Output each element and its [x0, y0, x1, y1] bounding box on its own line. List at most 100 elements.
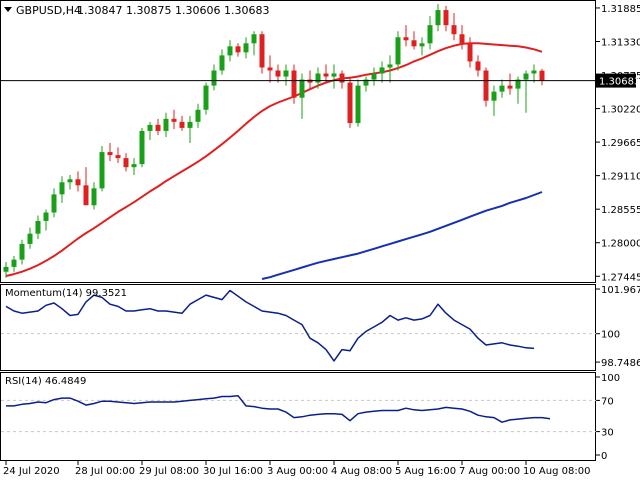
price-tick-label: 1.31330	[601, 37, 640, 48]
candle-body	[499, 85, 505, 92]
time-tick-label: 30 Jul 16:00	[203, 466, 263, 477]
candle-body	[475, 61, 481, 71]
candle-body	[139, 130, 145, 165]
candle-body	[203, 85, 209, 110]
candle-body	[195, 109, 201, 122]
candle-body	[35, 220, 41, 234]
candle-body	[67, 179, 73, 183]
candle-body	[283, 70, 289, 77]
time-tick-label: 24 Jul 2020	[3, 466, 60, 477]
rsi-tick-label: 0	[601, 451, 607, 462]
momentum-tick-label: 100	[601, 330, 620, 341]
candle-body	[251, 34, 257, 44]
candle-body	[243, 43, 249, 53]
candle-body	[443, 10, 449, 26]
price-tick-label: 1.31885	[601, 4, 640, 15]
candle-body	[459, 34, 465, 44]
candle-body	[219, 55, 225, 71]
candle-body	[483, 70, 489, 101]
candle-body	[131, 164, 137, 168]
candle-body	[83, 185, 89, 206]
candle-body	[259, 34, 265, 68]
price-tick-label: 1.27445	[601, 272, 640, 283]
ma-slow-line	[261, 191, 543, 280]
candle-body	[523, 73, 529, 80]
momentum-tick-label: 101.967	[601, 285, 640, 296]
candle-body	[435, 10, 441, 26]
time-tick-label: 4 Aug 08:00	[331, 466, 392, 477]
rsi-line	[6, 394, 551, 423]
ohlc-label: 1.30847 1.30875 1.30606 1.30683	[77, 4, 269, 17]
candle-body	[387, 64, 393, 68]
candle-body	[419, 43, 425, 47]
rsi-tick-label: 100	[601, 373, 620, 384]
candle-body	[491, 91, 497, 101]
candle-body	[371, 73, 377, 80]
candle-body	[531, 70, 537, 74]
current-price-tag-label: 1.30683	[599, 77, 640, 88]
price-tick-label: 1.28000	[601, 239, 640, 250]
candle-body	[155, 124, 161, 131]
candle-body	[99, 152, 105, 189]
candle-body	[123, 158, 129, 168]
candle-body	[3, 266, 9, 272]
price-tick-label: 1.29665	[601, 138, 640, 149]
candle-body	[91, 188, 97, 206]
time-tick-label: 28 Jul 00:00	[75, 466, 135, 477]
time-tick-label: 3 Aug 00:00	[267, 466, 328, 477]
candle-body	[539, 70, 545, 81]
candle-body	[323, 73, 329, 77]
candle-body	[171, 118, 177, 122]
candle-body	[75, 179, 81, 186]
candle-body	[403, 37, 409, 41]
candle-body	[411, 40, 417, 47]
rsi-tick-label: 30	[601, 428, 614, 439]
candle-body	[291, 70, 297, 98]
candle-body	[11, 259, 17, 267]
candle-body	[427, 25, 433, 44]
candle-body	[163, 118, 169, 131]
candle-body	[179, 121, 185, 128]
chart-window[interactable]: 1.318851.313301.307751.302201.296651.291…	[0, 0, 640, 480]
candle-body	[59, 182, 65, 195]
candle-body	[27, 233, 33, 244]
moving-average-layer	[5, 42, 543, 280]
candle-body	[299, 79, 305, 98]
candle-body	[227, 46, 233, 56]
price-tick-label: 1.28555	[601, 205, 640, 216]
candle-body	[115, 155, 121, 159]
candle-body	[147, 124, 153, 131]
candle-body	[211, 70, 217, 86]
candle-body	[107, 152, 113, 156]
candle-body	[467, 43, 473, 62]
candle-body	[267, 67, 273, 71]
rsi-tick-label: 70	[601, 396, 614, 407]
candle-body	[331, 73, 337, 77]
time-tick-label: 29 Jul 08:00	[139, 466, 199, 477]
candle-body	[43, 212, 49, 221]
symbol-label: GBPUSD,H4	[16, 4, 81, 17]
time-tick-label: 5 Aug 16:00	[395, 466, 456, 477]
chart-canvas[interactable]: 1.318851.313301.307751.302201.296651.291…	[0, 0, 640, 480]
triangle-down-icon[interactable]	[4, 7, 12, 12]
main-panel-frame	[0, 0, 596, 283]
indicator-layer	[5, 289, 551, 423]
candle-body	[347, 82, 353, 124]
candle-body	[395, 37, 401, 65]
time-tick-label: 7 Aug 00:00	[459, 466, 520, 477]
time-tick-label: 10 Aug 08:00	[523, 466, 590, 477]
candle-body	[51, 194, 57, 213]
candle-body	[315, 73, 321, 83]
ma-fast-line	[5, 42, 543, 277]
candle-body	[19, 243, 25, 260]
candle-body	[235, 46, 241, 53]
price-tick-label: 1.29110	[601, 172, 640, 183]
momentum-line	[5, 289, 535, 362]
candle-body	[379, 67, 385, 74]
candle-body	[355, 85, 361, 124]
rsi-label: RSI(14) 46.4849	[5, 376, 86, 387]
price-tick-label: 1.30220	[601, 105, 640, 116]
momentum-tick-label: 98.7486	[601, 358, 640, 369]
candles-layer	[3, 4, 545, 278]
candle-body	[507, 85, 513, 89]
